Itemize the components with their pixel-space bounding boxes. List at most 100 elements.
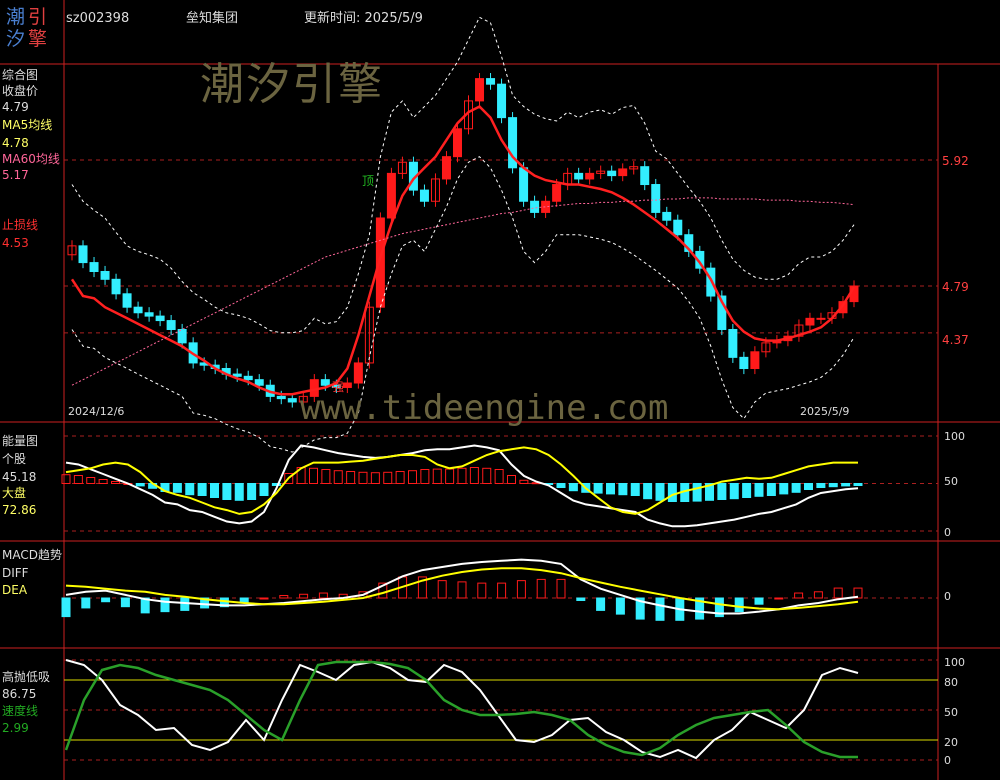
energy-bar (370, 472, 380, 485)
macd-bar (477, 582, 487, 599)
date-start: 2024/12/6 (68, 405, 125, 418)
macd-bar (259, 597, 269, 600)
energy-tick: 50 (944, 475, 958, 488)
macd-bar (497, 582, 507, 599)
energy-tick: 0 (944, 526, 951, 539)
macd-bar (615, 597, 625, 615)
energy-bar (259, 483, 269, 496)
macd-bar (279, 595, 289, 599)
price-tick: 5.92 (942, 154, 969, 168)
hilo-tick: 80 (944, 676, 958, 689)
energy-market-line (65, 446, 858, 515)
macd-bar (576, 597, 586, 601)
macd-bar (120, 597, 130, 608)
energy-bar (234, 483, 244, 501)
candle-body (673, 219, 683, 236)
candle-body (243, 375, 253, 381)
logo-char: 擎 (28, 28, 48, 50)
macd-bar (813, 591, 823, 599)
hilo-panel-title: 高抛低吸 (2, 670, 51, 684)
macd-bar (794, 592, 804, 599)
hilo-tick: 100 (944, 656, 965, 669)
candle-body (166, 320, 176, 330)
energy-bar (457, 467, 467, 484)
price-tick: 4.79 (942, 280, 969, 294)
energy-bar (816, 483, 826, 488)
candle-body (728, 328, 738, 358)
update-time: 更新时间: 2025/5/9 (304, 11, 423, 26)
energy-bar (766, 483, 776, 496)
candle-body (133, 306, 143, 314)
energy-bar (321, 469, 331, 484)
macd-panel-title: MACD趋势 (2, 548, 62, 562)
candle-body (552, 184, 562, 202)
energy-bar (222, 483, 232, 500)
candle-body (320, 379, 330, 386)
logo-char: 汐 (6, 28, 26, 50)
macd-bar (160, 597, 170, 613)
candle-body (651, 184, 661, 213)
hilo-tick: 0 (944, 754, 951, 767)
energy-bar (754, 483, 764, 497)
energy-bar (346, 471, 356, 484)
macd-bar (734, 597, 744, 613)
candle-body (486, 78, 496, 85)
candle-body (585, 172, 595, 180)
url-watermark: www.tideengine.com (300, 388, 669, 428)
energy-bar (606, 483, 615, 495)
energy-bar (828, 483, 838, 488)
energy-bar (655, 483, 665, 501)
energy-bar (135, 483, 145, 487)
stop-loss-label: 止损线 (2, 218, 39, 232)
candle-body (574, 172, 584, 180)
energy-panel-title: 能量图 (2, 434, 39, 448)
stop-loss-value: 4.53 (2, 236, 29, 250)
candle-body (287, 398, 297, 403)
energy-bar (841, 483, 851, 487)
energy-bar (742, 483, 752, 498)
energy-bar (197, 483, 207, 496)
speed-value: 2.99 (2, 721, 29, 735)
energy-bar (395, 471, 405, 484)
candle-body (475, 78, 485, 102)
macd-bar (774, 597, 784, 600)
upper-band-line (71, 16, 855, 334)
candle-body (100, 271, 110, 280)
energy-bar (309, 467, 318, 484)
brand-watermark: 潮汐引擎 (200, 59, 384, 110)
macd-bar (101, 597, 111, 603)
date-end: 2025/5/9 (800, 405, 850, 418)
candle-body (816, 317, 826, 320)
candle-body (254, 379, 264, 386)
close-value: 4.79 (2, 100, 29, 114)
dea-label: DEA (2, 583, 28, 597)
candle-body (607, 170, 617, 177)
energy-bar (61, 474, 71, 485)
energy-bar (667, 483, 677, 502)
logo-char: 潮 (6, 6, 26, 28)
candle-body (441, 156, 451, 180)
energy-bar (420, 469, 430, 484)
candle-body (353, 362, 363, 384)
macd-bar (516, 580, 526, 599)
macd-bar (536, 578, 546, 599)
energy-bar (445, 468, 455, 485)
candle-body (78, 245, 88, 264)
candle-body (89, 262, 99, 273)
energy-bar (73, 475, 83, 484)
candle-body (419, 189, 429, 202)
energy-bar (804, 483, 813, 490)
energy-bar (791, 483, 801, 493)
macd-bar (299, 593, 309, 599)
candle-body (739, 356, 749, 370)
energy-bar (408, 470, 417, 485)
candle-body (276, 395, 286, 400)
energy-bar (482, 467, 492, 484)
candle-body (342, 382, 352, 388)
energy-bar (853, 483, 863, 486)
energy-bar (643, 483, 653, 500)
energy-bar (692, 483, 702, 502)
macd-bar (754, 597, 764, 605)
energy-bar (383, 471, 393, 484)
candle-body (497, 83, 507, 119)
